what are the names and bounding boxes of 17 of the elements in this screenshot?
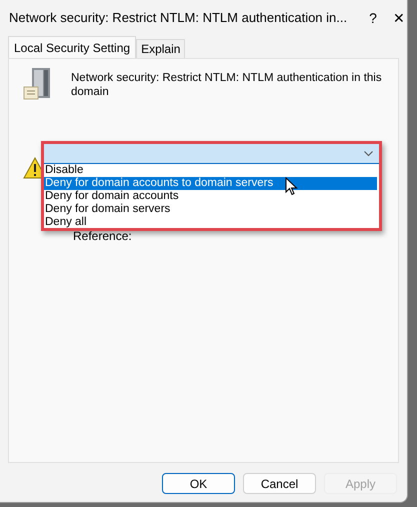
mouse-cursor-icon xyxy=(285,177,298,196)
dialog-button[interactable]: Cancel xyxy=(243,473,316,494)
window-title: Network security: Restrict NTLM: NTLM authentication in... xyxy=(9,9,348,28)
close-button[interactable]: ✕ xyxy=(391,8,407,28)
dialog-button[interactable]: OK xyxy=(162,473,235,494)
dropdown-option[interactable]: Deny for domain servers xyxy=(44,203,379,216)
help-button[interactable]: ? xyxy=(365,8,382,28)
tab[interactable]: Local Security Setting xyxy=(8,36,136,58)
dropdown-option[interactable]: Deny for domain accounts to domain servers xyxy=(44,177,377,190)
tab[interactable]: Explain xyxy=(136,39,186,58)
dropdown-option[interactable]: Deny for domain accounts xyxy=(44,190,379,203)
warning-text: Reference: xyxy=(73,228,132,245)
dropdown-option[interactable]: Deny all xyxy=(44,216,379,229)
policy-name: Network security: Restrict NTLM: NTLM authentication in this domain xyxy=(71,71,383,99)
chevron-down-icon xyxy=(364,150,373,156)
dropdown-field[interactable] xyxy=(44,144,379,164)
dropdown-option[interactable]: Disable xyxy=(44,164,379,177)
